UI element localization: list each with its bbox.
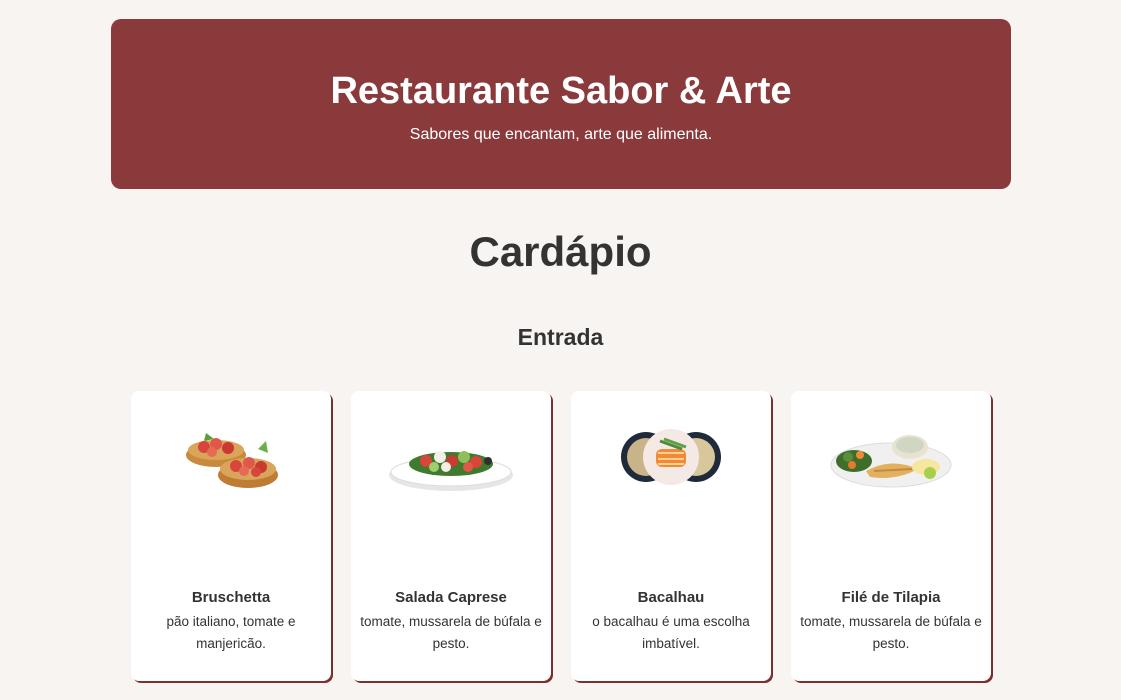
restaurant-tagline: Sabores que encantam, arte que alimenta.	[409, 126, 713, 143]
menu-card-list: Bruschetta pão italiano, tomate e manjer…	[131, 391, 1011, 683]
menu-item-description: tomate, mussarela de búfala e pesto.	[360, 614, 542, 651]
menu-item-name: Bruschetta	[191, 589, 271, 606]
menu-card-salada-caprese[interactable]: Salada Caprese tomate, mussarela de búfa…	[351, 391, 551, 681]
bacalhau-image	[571, 419, 771, 499]
caprese-salad-image	[351, 419, 551, 499]
menu-card-file-de-tilapia[interactable]: Filé de Tilapia tomate, mussarela de búf…	[791, 391, 991, 681]
menu-title: Cardápio	[469, 228, 652, 275]
bruschetta-image	[131, 419, 331, 499]
menu-item-name: Bacalhau	[637, 589, 705, 606]
menu-item-description: o bacalhau é uma escolha imbatível.	[592, 614, 750, 651]
section-title-entrada: Entrada	[517, 324, 604, 350]
restaurant-title: Restaurante Sabor & Arte	[330, 70, 792, 112]
site-header: Restaurante Sabor & Arte Sabores que enc…	[111, 19, 1011, 189]
tilapia-image	[791, 419, 991, 499]
menu-item-name: Filé de Tilapia	[841, 589, 941, 606]
menu-card-bruschetta[interactable]: Bruschetta pão italiano, tomate e manjer…	[131, 391, 331, 681]
menu-item-description: pão italiano, tomate e manjericão.	[166, 614, 296, 651]
menu-item-name: Salada Caprese	[395, 589, 507, 606]
menu-item-description: tomate, mussarela de búfala e pesto.	[800, 614, 982, 651]
menu-card-bacalhau[interactable]: Bacalhau o bacalhau é uma escolha imbatí…	[571, 391, 771, 681]
